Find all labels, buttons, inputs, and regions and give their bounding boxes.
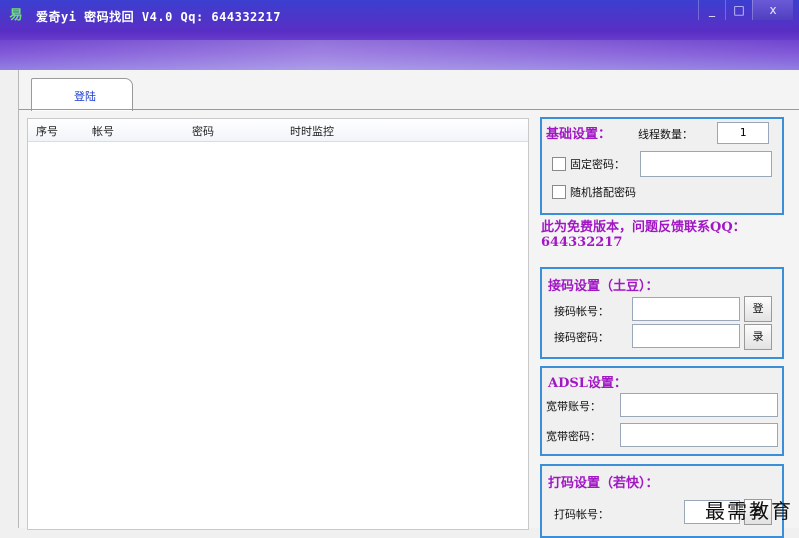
column-header-password[interactable]: 密码 — [192, 123, 214, 139]
adsl-password-label: 宽带密码： — [546, 430, 601, 443]
list-header: 序号 帐号 密码 时时监控 — [28, 119, 528, 142]
client-area: 登陆 序号 帐号 密码 时时监控 基础设置： 线程数量： 1 固定密码： 随机搭… — [18, 70, 799, 538]
fixed-password-label: 固定密码： — [570, 158, 625, 171]
free-version-notice: 此为免费版本，问题反馈联系QQ：644332217 — [541, 220, 746, 250]
receiver-account-label: 接码帐号： — [554, 305, 609, 318]
fixed-password-checkbox[interactable] — [552, 157, 566, 171]
tab-divider — [19, 109, 799, 110]
account-list[interactable]: 序号 帐号 密码 时时监控 — [27, 118, 529, 530]
window-controls: _ □ x — [698, 0, 793, 20]
captcha-account-label: 打码帐号： — [554, 508, 609, 521]
adsl-settings-group: ADSL设置： 宽带账号： 宽带密码： — [540, 366, 784, 456]
adsl-account-input[interactable] — [620, 393, 778, 417]
receiver-password-input[interactable] — [632, 324, 740, 348]
window-title: 爱奇yi 密码找回 V4.0 Qq: 644332217 — [36, 10, 281, 24]
receiver-login-button-bottom[interactable]: 录 — [744, 324, 772, 350]
basic-settings-group: 基础设置： 线程数量： 1 固定密码： 随机搭配密码 — [540, 117, 784, 215]
random-password-checkbox[interactable] — [552, 185, 566, 199]
receiver-account-input[interactable] — [632, 297, 740, 321]
fixed-password-input[interactable] — [640, 151, 772, 177]
column-header-account[interactable]: 帐号 — [92, 123, 114, 139]
column-header-monitor[interactable]: 时时监控 — [290, 123, 334, 139]
receiver-settings-title: 接码设置（土豆）： — [548, 279, 659, 294]
minimize-button[interactable]: _ — [698, 0, 725, 20]
adsl-settings-title: ADSL设置： — [548, 376, 627, 391]
column-header-index[interactable]: 序号 — [36, 123, 58, 139]
tab-login-label: 登陆 — [74, 90, 96, 103]
thread-count-label: 线程数量： — [638, 128, 693, 141]
tab-strip: 登陆 — [19, 70, 799, 111]
title-bar: 易 爱奇yi 密码找回 V4.0 Qq: 644332217 _ □ x — [0, 0, 799, 70]
random-password-label: 随机搭配密码 — [570, 186, 636, 199]
title-bar-gloss — [0, 40, 799, 70]
receiver-password-label: 接码密码： — [554, 331, 609, 344]
adsl-password-input[interactable] — [620, 423, 778, 447]
captcha-settings-title: 打码设置（若快）： — [548, 476, 659, 491]
thread-count-input[interactable]: 1 — [717, 122, 769, 144]
app-icon: 易 — [9, 8, 23, 23]
maximize-button[interactable]: □ — [725, 0, 752, 20]
watermark: 最需教育 — [705, 499, 793, 523]
basic-settings-title: 基础设置： — [546, 127, 612, 142]
tab-login[interactable]: 登陆 — [31, 78, 133, 111]
receiver-login-button-top[interactable]: 登 — [744, 296, 772, 322]
close-button[interactable]: x — [752, 0, 793, 20]
adsl-account-label: 宽带账号： — [546, 400, 601, 413]
receiver-settings-group: 接码设置（土豆）： 接码帐号： 接码密码： 登 录 — [540, 267, 784, 359]
